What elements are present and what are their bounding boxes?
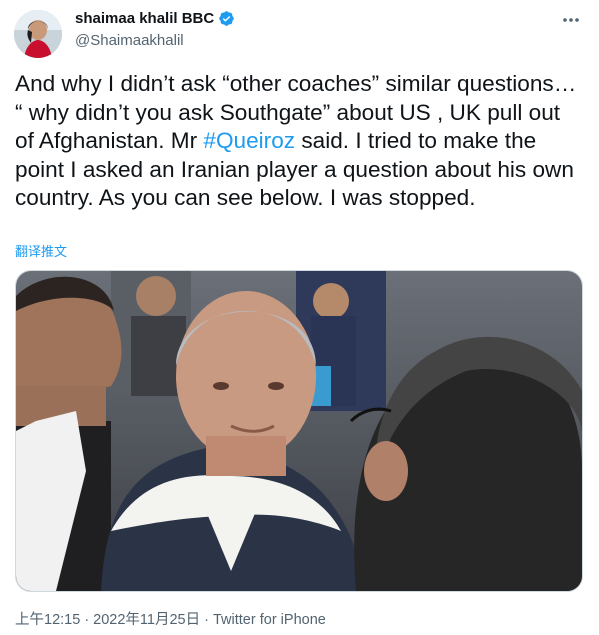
avatar[interactable] [14,10,62,58]
more-horizontal-icon[interactable] [561,12,581,28]
tweet-text: And why I didn’t ask “other coaches” sim… [15,70,585,213]
tweet-media[interactable] [15,270,583,592]
author-name-row[interactable]: shaimaa khalil BBC [75,10,235,27]
tweet-timestamp[interactable]: 上午12:15 · 2022年11月25日 · Twitter for iPho… [15,608,326,629]
display-name[interactable]: shaimaa khalil BBC [75,10,214,27]
verified-badge-icon [219,11,234,26]
video-still-photo [16,271,582,591]
author-handle[interactable]: @Shaimaakhalil [75,32,184,49]
avatar-photo [14,10,62,58]
translate-tweet-link[interactable]: 翻译推文 [15,241,67,260]
hashtag-link[interactable]: #Queiroz [203,128,295,153]
